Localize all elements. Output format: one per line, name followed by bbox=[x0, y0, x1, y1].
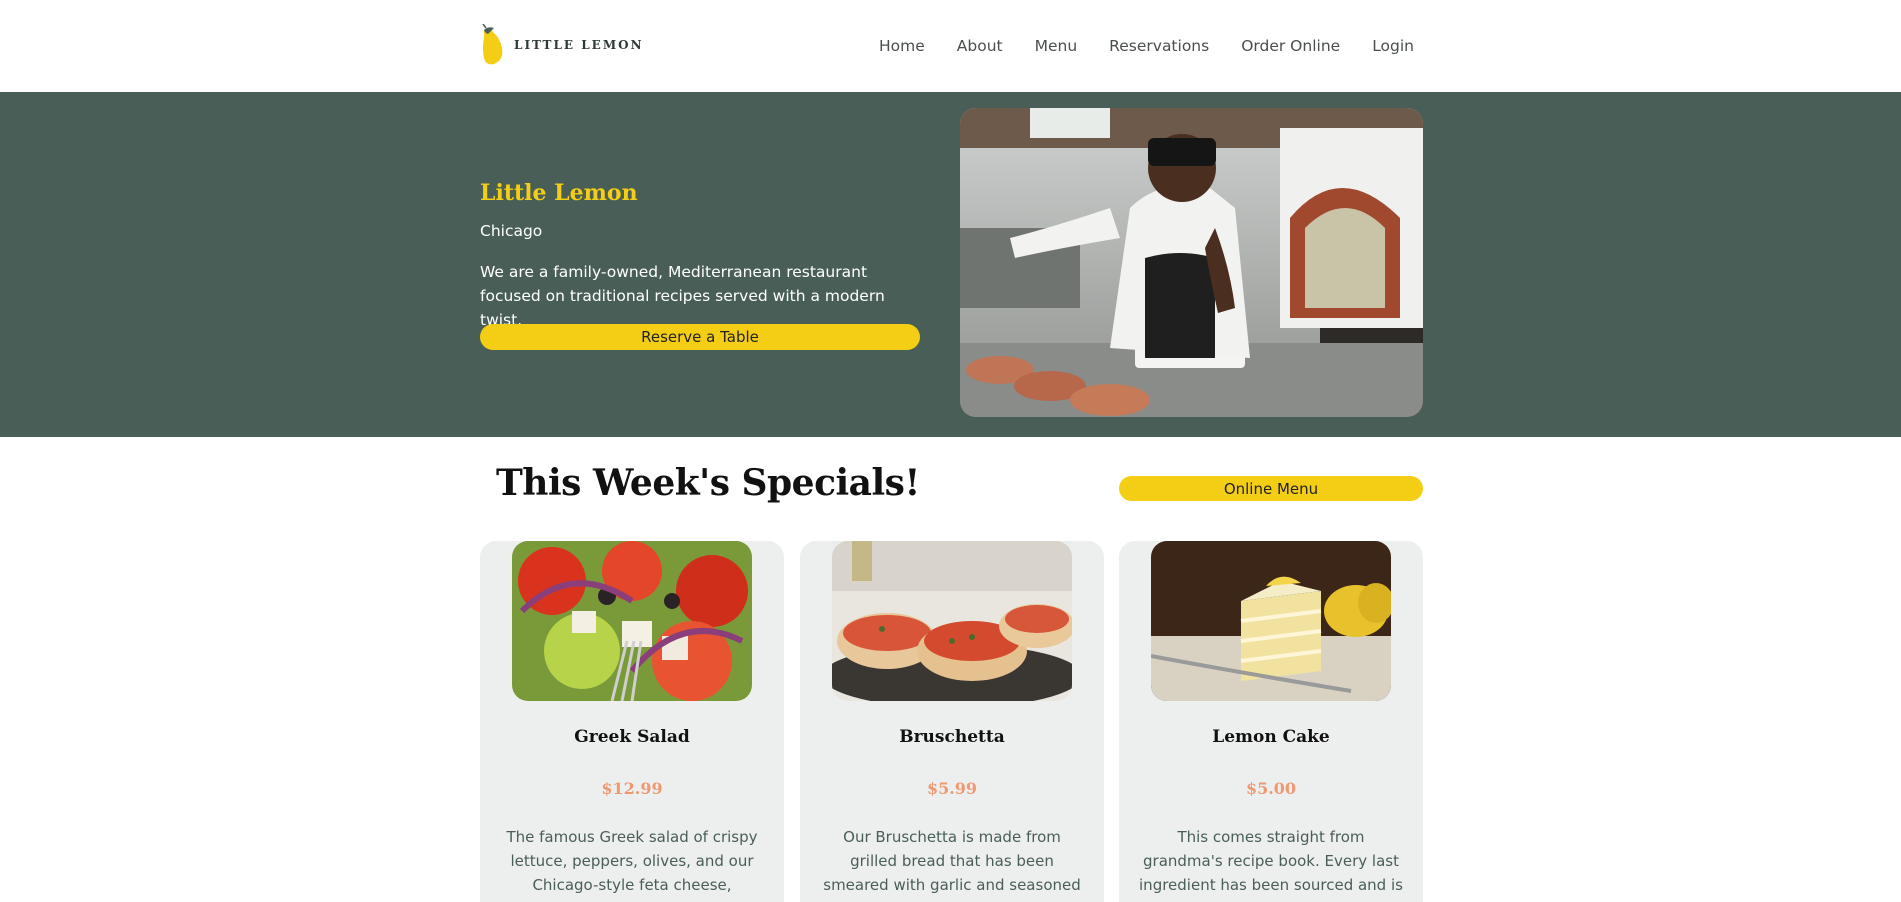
logo-text: LITTLE LEMON bbox=[514, 38, 644, 52]
specials-title: This Week's Specials! bbox=[496, 462, 920, 504]
greek-salad-image bbox=[512, 541, 752, 701]
card-description: The famous Greek salad of crispy lettuce… bbox=[506, 828, 758, 902]
logo[interactable]: LITTLE LEMON bbox=[480, 23, 644, 66]
nav-menu[interactable]: Menu bbox=[1035, 37, 1078, 55]
online-menu-button[interactable]: Online Menu bbox=[1119, 476, 1423, 501]
card-title: Greek Salad bbox=[574, 727, 690, 747]
card-description: Our Bruschetta is made from grilled brea… bbox=[823, 828, 1081, 902]
nav-reservations[interactable]: Reservations bbox=[1109, 37, 1209, 55]
hero-description: We are a family-owned, Mediterranean res… bbox=[480, 263, 885, 329]
nav-about[interactable]: About bbox=[957, 37, 1003, 55]
special-card-bruschetta[interactable]: Bruschetta $5.99 Our Bruschetta is made … bbox=[800, 541, 1104, 902]
hero-chef-image bbox=[960, 108, 1423, 417]
card-price: $5.99 bbox=[926, 779, 978, 798]
special-card-lemon-cake[interactable]: Lemon Cake $5.00 This comes straight fro… bbox=[1119, 541, 1423, 902]
lemon-cake-image bbox=[1151, 541, 1391, 701]
site-header: LITTLE LEMON Home About Menu Reservation… bbox=[0, 0, 1901, 92]
hero-title: Little Lemon bbox=[480, 180, 638, 206]
card-price: $12.99 bbox=[601, 779, 663, 798]
card-title: Lemon Cake bbox=[1212, 727, 1330, 747]
main-nav: Home About Menu Reservations Order Onlin… bbox=[879, 37, 1446, 55]
nav-home[interactable]: Home bbox=[879, 37, 925, 55]
bruschetta-image bbox=[832, 541, 1072, 701]
card-price: $5.00 bbox=[1245, 779, 1297, 798]
card-title: Bruschetta bbox=[899, 727, 1005, 747]
hero-city: Chicago bbox=[480, 222, 543, 240]
lemon-icon bbox=[480, 23, 506, 66]
nav-order-online[interactable]: Order Online bbox=[1241, 37, 1340, 55]
reserve-table-button[interactable]: Reserve a Table bbox=[480, 324, 920, 350]
hero-section: Little Lemon Chicago We are a family-own… bbox=[0, 92, 1901, 437]
special-card-greek-salad[interactable]: Greek Salad $12.99 The famous Greek sala… bbox=[480, 541, 784, 902]
nav-login[interactable]: Login bbox=[1372, 37, 1414, 55]
card-description: This comes straight from grandma's recip… bbox=[1139, 828, 1403, 902]
